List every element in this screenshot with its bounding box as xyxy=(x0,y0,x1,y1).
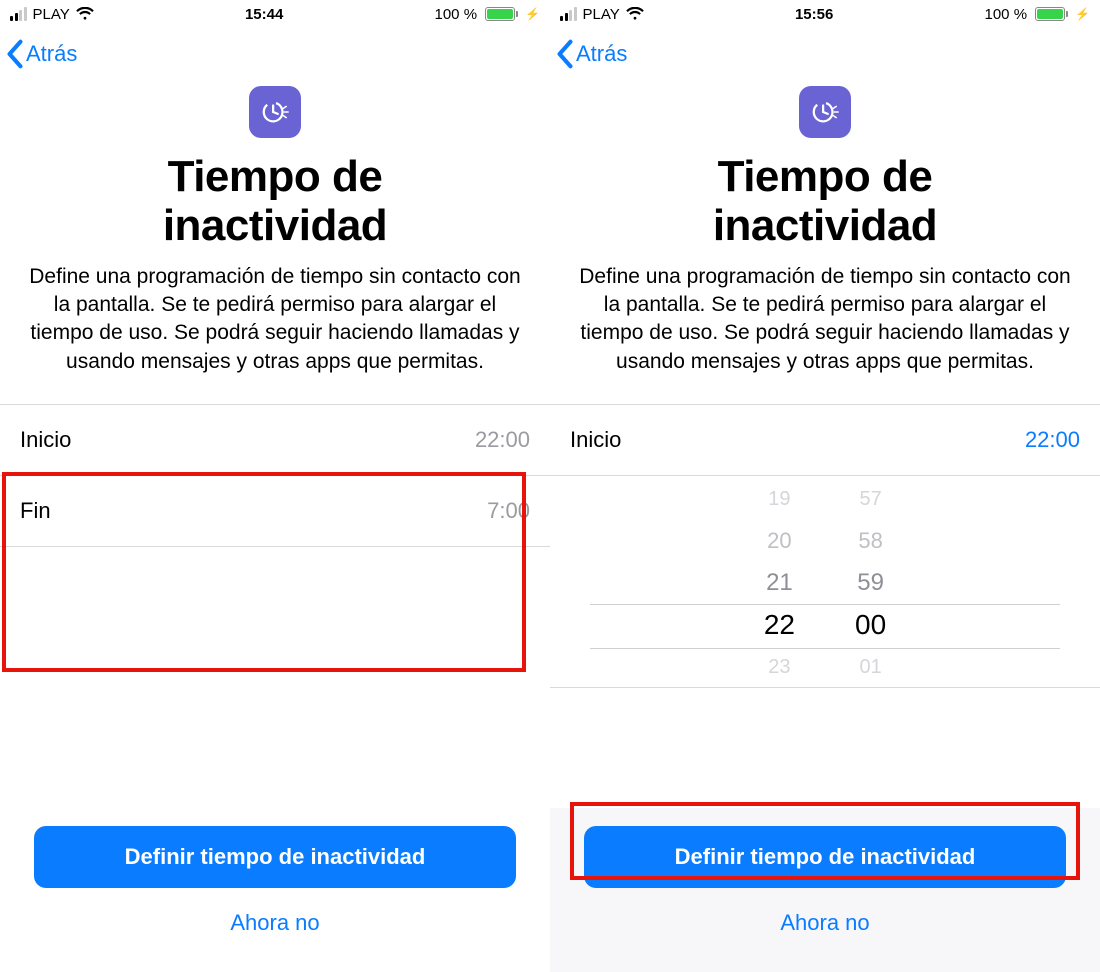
start-value: 22:00 xyxy=(1025,427,1080,453)
title-line2: inactividad xyxy=(713,201,937,250)
minute-option: 01 xyxy=(855,646,886,688)
battery-percent: 100 % xyxy=(985,6,1028,23)
chevron-left-icon xyxy=(6,39,24,69)
title-line2: inactividad xyxy=(163,201,387,250)
page-description: Define una programación de tiempo sin co… xyxy=(22,263,528,376)
page-title: Tiempo de inactividad xyxy=(22,152,528,251)
signal-icon xyxy=(560,7,577,21)
carrier-label: PLAY xyxy=(33,6,70,23)
hour-option: 19 xyxy=(764,478,795,520)
clock: 15:56 xyxy=(795,6,833,23)
time-range-list: Inicio 22:00 Fin 7:00 xyxy=(0,404,550,547)
battery-icon xyxy=(482,7,518,21)
wifi-icon xyxy=(76,7,94,21)
title-line1: Tiempo de xyxy=(718,152,933,201)
minute-wheel[interactable]: 57 58 59 00 01 xyxy=(855,478,886,688)
define-downtime-button[interactable]: Definir tiempo de inactividad xyxy=(584,826,1066,888)
start-time-row[interactable]: Inicio 22:00 xyxy=(0,405,550,476)
not-now-link[interactable]: Ahora no xyxy=(34,910,516,936)
back-label: Atrás xyxy=(26,41,77,67)
nav-bar: Atrás xyxy=(0,28,550,80)
minute-option: 58 xyxy=(855,520,886,562)
charging-icon: ⚡ xyxy=(525,7,540,21)
end-time-row[interactable]: Fin 7:00 xyxy=(0,476,550,547)
wifi-icon xyxy=(626,7,644,21)
status-bar: PLAY 15:44 100 % ⚡ xyxy=(0,0,550,28)
battery-percent: 100 % xyxy=(435,6,478,23)
title-line1: Tiempo de xyxy=(168,152,383,201)
screen-left: PLAY 15:44 100 % ⚡ Atrás xyxy=(0,0,550,972)
hero: Tiempo de inactividad Define una program… xyxy=(550,80,1100,376)
minute-option: 57 xyxy=(855,478,886,520)
end-label: Fin xyxy=(20,498,51,524)
hour-wheel[interactable]: 19 20 21 22 23 xyxy=(764,478,795,688)
carrier-label: PLAY xyxy=(583,6,620,23)
clock: 15:44 xyxy=(245,6,283,23)
chevron-left-icon xyxy=(556,39,574,69)
charging-icon: ⚡ xyxy=(1075,7,1090,21)
footer: Definir tiempo de inactividad Ahora no xyxy=(0,808,550,972)
end-value: 7:00 xyxy=(487,498,530,524)
minute-option: 59 xyxy=(855,562,886,604)
start-label: Inicio xyxy=(570,427,621,453)
time-range-list: Inicio 22:00 19 20 21 22 23 57 58 59 00 … xyxy=(550,404,1100,688)
nav-bar: Atrás xyxy=(550,28,1100,80)
minute-selected: 00 xyxy=(855,604,886,646)
time-picker[interactable]: 19 20 21 22 23 57 58 59 00 01 xyxy=(550,476,1100,688)
downtime-icon xyxy=(249,86,301,138)
back-label: Atrás xyxy=(576,41,627,67)
status-bar: PLAY 15:56 100 % ⚡ xyxy=(550,0,1100,28)
start-label: Inicio xyxy=(20,427,71,453)
hour-option: 20 xyxy=(764,520,795,562)
page-title: Tiempo de inactividad xyxy=(572,152,1078,251)
back-button[interactable]: Atrás xyxy=(556,39,627,69)
battery-icon xyxy=(1032,7,1068,21)
define-downtime-button[interactable]: Definir tiempo de inactividad xyxy=(34,826,516,888)
back-button[interactable]: Atrás xyxy=(6,39,77,69)
start-time-row[interactable]: Inicio 22:00 xyxy=(550,405,1100,476)
signal-icon xyxy=(10,7,27,21)
footer: Definir tiempo de inactividad Ahora no xyxy=(550,808,1100,972)
screen-right: PLAY 15:56 100 % ⚡ Atrás xyxy=(550,0,1100,972)
page-description: Define una programación de tiempo sin co… xyxy=(572,263,1078,376)
hour-selected: 22 xyxy=(764,604,795,646)
hour-option: 21 xyxy=(764,562,795,604)
hero: Tiempo de inactividad Define una program… xyxy=(0,80,550,376)
not-now-link[interactable]: Ahora no xyxy=(584,910,1066,936)
start-value: 22:00 xyxy=(475,427,530,453)
downtime-icon xyxy=(799,86,851,138)
hour-option: 23 xyxy=(764,646,795,688)
